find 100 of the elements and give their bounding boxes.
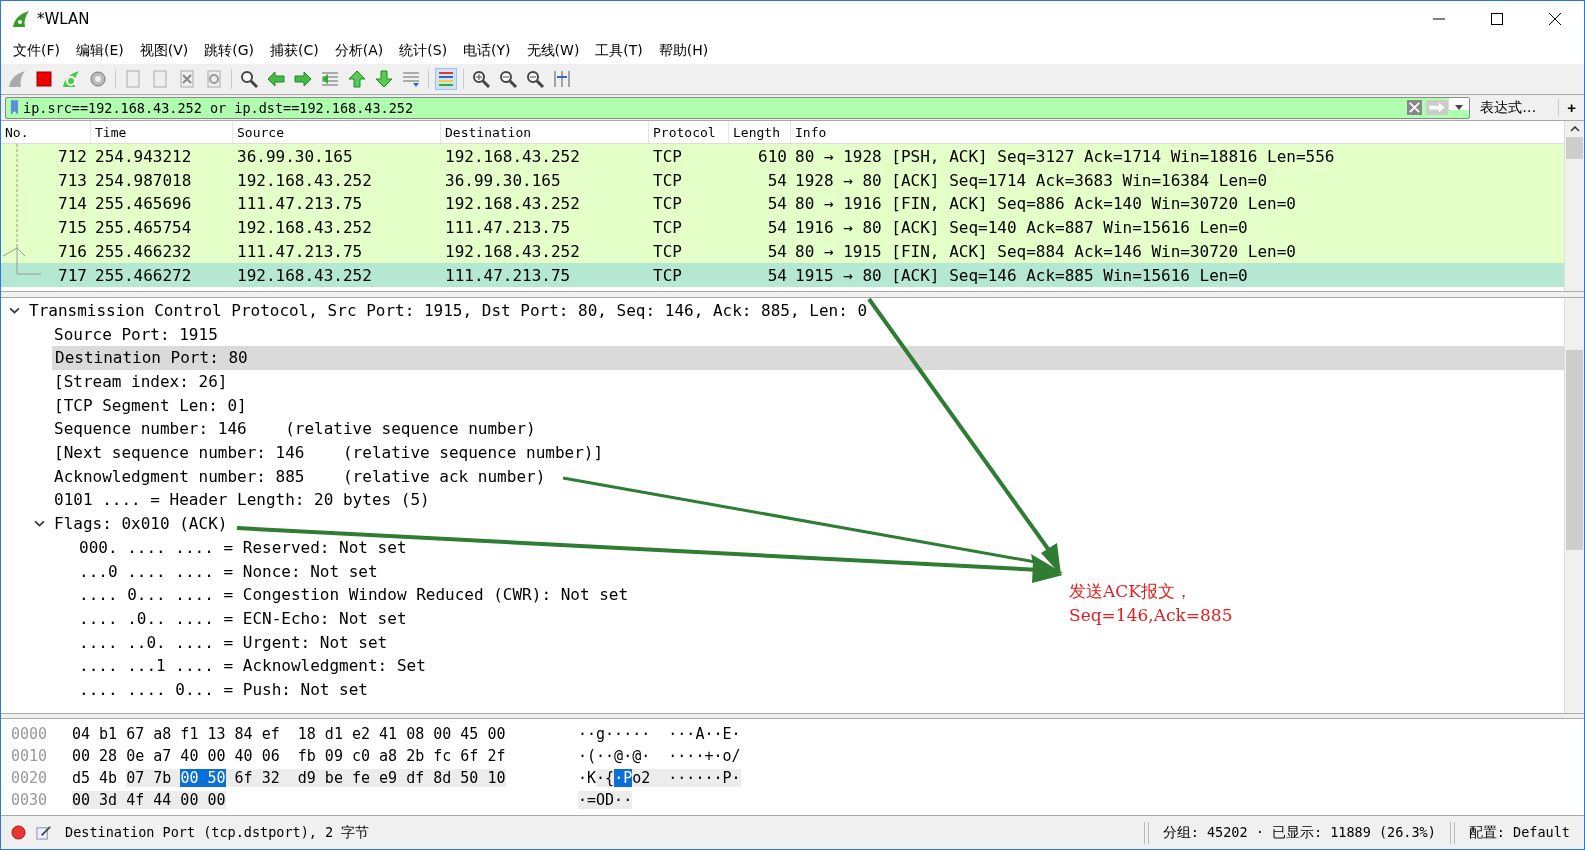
clear-icon[interactable] [1407, 100, 1423, 115]
hex-bytes: d5 4b 07 7b 00 50 6f 32 d9 be fe e9 df 8d 50 10 [71, 768, 507, 787]
table-cell-text: 36.99.30.165 [444, 170, 562, 190]
shark-fin-icon [11, 9, 31, 30]
column-header[interactable]: Time [91, 121, 233, 144]
table-cell-text: 717 [57, 265, 88, 285]
menu-item[interactable]: 电话(Y) [455, 41, 519, 60]
hex-bytes: 00 28 0e a7 40 00 40 06 fb 09 c0 a8 2b fc 6f 2f [71, 746, 507, 765]
table-cell-text: 192.168.43.252 [236, 170, 373, 190]
zoom-out-icon[interactable] [498, 69, 518, 90]
table-cell-text: 713 [57, 170, 88, 190]
restart-icon[interactable] [61, 69, 81, 90]
table-cell-text: 1916 → 80 [ACK] Seq=140 Ack=887 Win=15616 Len=0 [794, 218, 1249, 238]
scrollbar[interactable] [1564, 297, 1584, 713]
table-cell-text: 80 → 1916 [FIN, ACK] Seq=886 Ack=140 Win=30720 Len=0 [794, 194, 1297, 214]
menu-item[interactable]: 无线(W) [518, 41, 588, 60]
tree-item[interactable]: [Next sequence number: 146 (relative sequence number)] [54, 443, 604, 463]
tree-item[interactable]: Acknowledgment number: 885 (relative ack number) [54, 466, 546, 486]
column-header[interactable]: No. [1, 121, 91, 144]
caret-icon[interactable] [1449, 97, 1470, 110]
packet-row[interactable]: 717 255.466272 192.168.43.252 111.47.213.75 TCP 54 1915 → 80 [ACK] Seq=146 Ack=885 Win=15616 Len=0 [1, 263, 1564, 288]
tree-item[interactable]: Transmission Control Protocol, Src Port: 1915, Dst Port: 80, Seq: 146, Ack: 885, Len: 0 [29, 300, 868, 320]
tree-item[interactable]: .... .0.. .... = ECN-Echo: Not set [79, 608, 407, 628]
column-header[interactable]: Info [791, 121, 1564, 144]
table-cell-text: 714 [57, 194, 88, 214]
row-highlight[interactable]: Destination Port: 80 [52, 345, 1564, 370]
table-cell-text: 111.47.213.75 [444, 218, 572, 238]
tree-item[interactable]: .... ...1 .... = Acknowledgment: Set [79, 656, 426, 676]
table-cell-text: 255.466232 [94, 242, 193, 261]
search-icon[interactable] [239, 69, 259, 90]
table-cell-text: 111.47.213.75 [444, 265, 572, 285]
status-icon[interactable] [11, 825, 26, 841]
menu-item[interactable]: 帮助(H) [650, 41, 717, 60]
column-header[interactable]: Source [233, 121, 441, 144]
hex-bytes: 04 b1 67 a8 f1 13 84 ef 18 d1 e2 41 08 00 45 00 [71, 724, 507, 743]
table-cell-text: 255.465696 [94, 194, 193, 214]
chevron-icon[interactable] [34, 518, 45, 530]
table-cell-text: 192.168.43.252 [236, 265, 373, 285]
bottom-arrow-icon[interactable] [374, 69, 394, 90]
splitter[interactable] [1, 291, 1584, 298]
menu-item[interactable]: 统计(S) [391, 41, 456, 60]
ascii-text: ··g····· ···A··E· [578, 724, 741, 743]
table-cell-text: 192.168.43.252 [444, 242, 581, 261]
reload-icon[interactable] [204, 69, 224, 90]
scrollbar-thumb[interactable] [1566, 349, 1583, 550]
tree-item[interactable]: Source Port: 1915 [54, 324, 218, 344]
zoom-reset-icon[interactable] [525, 69, 545, 90]
tree-item[interactable]: 0101 .... = Header Length: 20 bytes (5) [54, 490, 430, 510]
close-file-icon[interactable] [177, 69, 197, 90]
zoom-in-icon[interactable] [471, 69, 491, 90]
table-cell-text: TCP [652, 265, 683, 285]
chevron-up-icon[interactable] [1569, 126, 1580, 133]
menu-item[interactable]: 视图(V) [131, 41, 197, 60]
add-filter-button[interactable]: + [1558, 99, 1584, 116]
menu-item[interactable]: 工具(T) [587, 41, 651, 60]
menu-item[interactable]: 捕获(C) [262, 41, 327, 60]
tree-item[interactable]: .... ..0. .... = Urgent: Not set [79, 632, 388, 652]
tree-item[interactable]: [TCP Segment Len: 0] [54, 395, 247, 415]
expression-button[interactable]: 表达式… [1470, 98, 1559, 117]
display-filter-field[interactable]: ip.src==192.168.43.252 or ip.dst==192.168.43.252 [5, 96, 1471, 119]
tree-item[interactable]: [Stream index: 26] [54, 372, 228, 391]
top-arrow-icon[interactable] [347, 69, 367, 90]
packet-row[interactable]: 713 254.987018 192.168.43.252 36.99.30.165 TCP 54 1928 → 80 [ACK] Seq=1714 Ack=3683 Win=16384 Len=0 [1, 168, 1564, 193]
table-cell-text: 111.47.213.75 [236, 194, 364, 214]
tree-item[interactable]: Destination Port: 80 [55, 348, 248, 368]
bookmark-icon[interactable] [10, 100, 19, 115]
menu-item[interactable]: 分析(A) [326, 41, 392, 60]
tree-item[interactable]: 000. .... .... = Reserved: Not set [79, 537, 407, 557]
packet-row[interactable]: 715 255.465754 192.168.43.252 111.47.213.75 TCP 54 1916 → 80 [ACK] Seq=140 Ack=887 Win=15616 Len=0 [1, 215, 1564, 240]
options-icon[interactable] [88, 69, 108, 90]
menu-item[interactable]: 文件(F) [5, 41, 68, 60]
packet-row[interactable]: 714 255.465696 111.47.213.75 192.168.43.252 TCP 54 80 → 1916 [FIN, ACK] Seq=886 Ack=140 Win=30720 Len=0 [1, 192, 1564, 216]
column-header[interactable]: Destination [441, 121, 649, 144]
tree-item[interactable]: Flags: 0x010 (ACK) [54, 514, 228, 534]
tree-item[interactable]: Sequence number: 146 (relative sequence number) [54, 419, 536, 439]
table-cell-text: 255.466272 [94, 265, 193, 285]
profile-label[interactable]: 配置: Default [1454, 823, 1584, 842]
fin-icon[interactable] [7, 69, 27, 90]
edit-icon[interactable] [36, 825, 51, 841]
scrollbar[interactable] [1564, 121, 1584, 291]
table-cell-text: 192.168.43.252 [444, 194, 581, 214]
table-cell-text: 712 [57, 146, 88, 166]
tree-item[interactable]: .... .... 0... = Push: Not set [79, 679, 368, 699]
tree-item[interactable]: ...0 .... .... = Nonce: Not set [79, 561, 378, 581]
packet-row[interactable]: 712 254.943212 36.99.30.165 192.168.43.252 TCP 610 80 → 1928 [PSH, ACK] Seq=3127 Ack=1714 Win=18816 Len=556 [1, 144, 1564, 169]
table-cell-text: 254.943212 [94, 146, 193, 166]
packet-row[interactable]: 716 255.466232 111.47.213.75 192.168.43.252 TCP 54 80 → 1915 [FIN, ACK] Seq=884 Ack=146 Win=30720 Len=0 [1, 239, 1564, 264]
splitter[interactable] [1, 713, 1584, 719]
menu-item[interactable]: 编辑(E) [68, 41, 132, 60]
table-cell-text: 255.465754 [94, 218, 193, 238]
table-cell-text: 36.99.30.165 [236, 146, 354, 166]
column-header[interactable]: Protocol [649, 121, 729, 144]
tree-item[interactable]: .... 0... .... = Congestion Window Reduced (CWR): Not set [79, 585, 629, 605]
scrollbar-thumb[interactable] [1566, 137, 1583, 160]
stop-icon[interactable] [34, 69, 54, 90]
column-header[interactable]: Length [729, 121, 791, 144]
table-cell-text: 54 [766, 194, 788, 214]
table-cell-text: TCP [652, 242, 683, 261]
menu-item[interactable]: 跳转(G) [196, 41, 263, 60]
packet-count: 分组: 45202 · 已显示: 11889 (26.3%) [1161, 823, 1437, 842]
